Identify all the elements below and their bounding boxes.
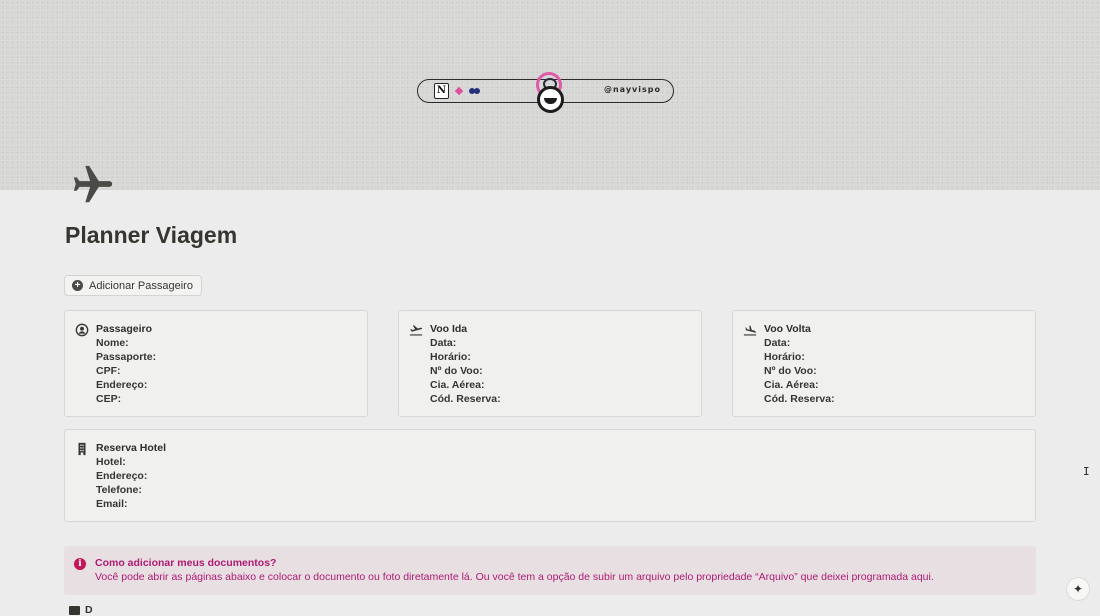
outbound-field: Data: [430, 337, 457, 349]
documents-callout: i Como adicionar meus documentos? Você p… [64, 546, 1036, 595]
outbound-flight-card[interactable]: Voo Ida Data: Horário: Nº do Voo: Cia. A… [398, 310, 702, 417]
callout-title: Como adicionar meus documentos? [95, 557, 277, 569]
outbound-field: Nº do Voo: [430, 365, 483, 377]
passenger-field: CEP: [96, 393, 122, 405]
hotel-field: Endereço: [96, 470, 148, 482]
passenger-field: Endereço: [96, 379, 148, 391]
outbound-field: Cia. Aérea: [430, 379, 485, 391]
plane-landing-icon [743, 325, 757, 336]
return-field: Horário: [764, 351, 805, 363]
navy-dot-icon [474, 88, 480, 94]
hotel-card[interactable]: Reserva Hotel Hotel: Endereço: Telefone:… [64, 429, 1036, 522]
cover-handle: @nayvispo [603, 85, 661, 94]
text-cursor-icon: I [1083, 465, 1090, 478]
add-passenger-label: Adicionar Passageiro [89, 279, 193, 292]
passenger-card-title: Passageiro [96, 323, 153, 335]
pink-diamond-icon [454, 86, 464, 96]
folder-icon [69, 605, 80, 615]
return-field: Cód. Reserva: [764, 393, 835, 405]
hotel-field: Telefone: [96, 484, 142, 496]
return-field: Data: [764, 337, 791, 349]
return-card-title: Voo Volta [764, 323, 811, 335]
outbound-card-title: Voo Ida [430, 323, 468, 335]
passenger-field: CPF: [96, 365, 121, 377]
documents-row-label: D [85, 604, 93, 616]
sparkle-icon[interactable]: ✦ [1066, 577, 1090, 601]
passenger-field: Nome: [96, 337, 129, 349]
hotel-field: Email: [96, 498, 128, 510]
return-field: Cia. Aérea: [764, 379, 819, 391]
return-flight-card[interactable]: Voo Volta Data: Horário: Nº do Voo: Cia.… [732, 310, 1036, 417]
passenger-field: Passaporte: [96, 351, 157, 363]
badge-face-icon [537, 86, 564, 113]
user-circle-icon [75, 323, 89, 337]
outbound-field: Horário: [430, 351, 471, 363]
plus-circle-icon: + [72, 280, 83, 291]
documents-row[interactable]: D [69, 604, 93, 616]
hotel-field: Hotel: [96, 456, 126, 468]
building-icon [78, 442, 86, 456]
passenger-card[interactable]: Passageiro Nome: Passaporte: CPF: Endere… [64, 310, 368, 417]
plane-takeoff-icon [409, 325, 423, 336]
add-passenger-button[interactable]: + Adicionar Passageiro [64, 275, 202, 296]
page-cover: N @nayvispo [0, 0, 1100, 190]
notion-logo-icon: N [434, 83, 449, 99]
airplane-icon[interactable] [70, 162, 116, 208]
outbound-field: Cód. Reserva: [430, 393, 501, 405]
info-icon: i [74, 558, 86, 570]
callout-text: Você pode abrir as páginas abaixo e colo… [95, 571, 934, 583]
hotel-card-title: Reserva Hotel [96, 442, 167, 454]
return-field: Nº do Voo: [764, 365, 817, 377]
page-title: Planner Viagem [65, 222, 238, 248]
